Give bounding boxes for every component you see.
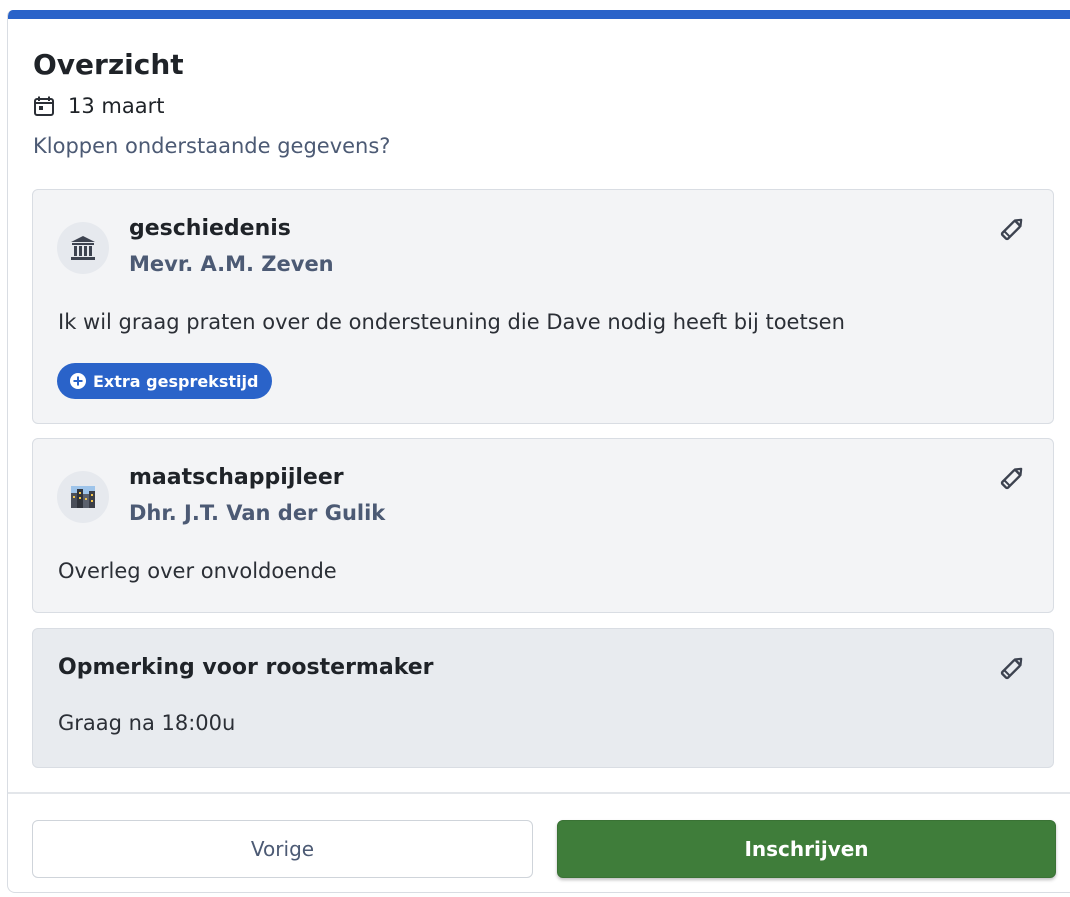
teacher-name: Mevr. A.M. Zeven	[129, 252, 334, 276]
appointment-card: geschiedenis Mevr. A.M. Zeven Ik wil gra…	[32, 189, 1054, 424]
calendar-icon	[32, 94, 56, 118]
appointment-message: Ik wil graag praten over de ondersteunin…	[58, 310, 845, 334]
appointment-card: maatschappijleer Dhr. J.T. Van der Gulik…	[32, 438, 1054, 613]
scheduler-note-card: Opmerking voor roostermaker Graag na 18:…	[32, 628, 1054, 768]
overview-panel: Overzicht 13 maart Kloppen onderstaande …	[7, 10, 1070, 893]
note-text: Graag na 18:00u	[58, 711, 236, 735]
plus-circle-icon	[69, 372, 87, 390]
teacher-name: Dhr. J.T. Van der Gulik	[129, 501, 386, 525]
pencil-icon	[1000, 657, 1023, 680]
museum-icon	[57, 222, 109, 274]
date-text: 13 maart	[68, 94, 165, 118]
badge-label: Extra gesprekstijd	[93, 371, 259, 391]
extra-time-badge: Extra gesprekstijd	[57, 363, 273, 399]
submit-button[interactable]: Inschrijven	[557, 820, 1056, 878]
edit-button[interactable]	[995, 461, 1029, 495]
pencil-icon	[1000, 218, 1023, 241]
confirm-question: Kloppen onderstaande gegevens?	[33, 134, 391, 158]
previous-button[interactable]: Vorige	[32, 820, 533, 878]
note-title: Opmerking voor roostermaker	[58, 655, 434, 680]
date-row: 13 maart	[32, 94, 164, 118]
edit-note-button[interactable]	[995, 651, 1029, 685]
city-icon	[57, 471, 109, 523]
subject-name: geschiedenis	[129, 216, 291, 241]
pencil-icon	[1000, 467, 1023, 490]
page-title: Overzicht	[33, 48, 184, 81]
edit-button[interactable]	[995, 212, 1029, 246]
subject-name: maatschappijleer	[129, 465, 344, 490]
accent-bar	[8, 10, 1070, 19]
appointment-message: Overleg over onvoldoende	[58, 559, 337, 583]
footer-divider	[8, 792, 1070, 794]
